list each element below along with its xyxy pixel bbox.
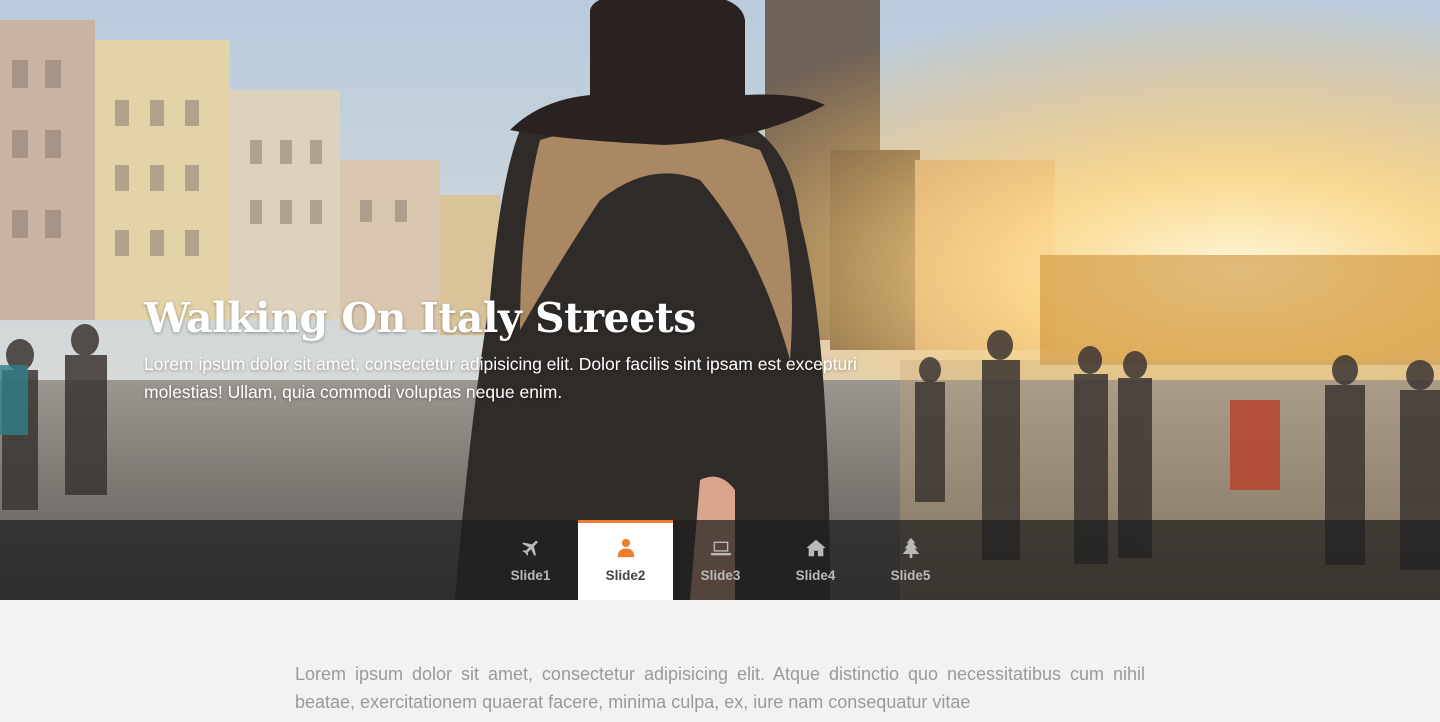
user-icon [617,538,634,558]
home-icon [805,539,826,557]
laptop-icon [710,541,731,556]
tab-label: Slide1 [510,568,551,583]
hero-title: Walking On Italy Streets [144,294,696,342]
tab-slide1[interactable]: Slide1 [483,520,578,600]
hero-description: Lorem ipsum dolor sit amet, consectetur … [144,354,857,402]
slide-tabs: Slide1 Slide2 Slide3 Slide4 Slide5 [483,520,958,600]
tab-label: Slide3 [700,568,741,583]
slide-tab-bar: Slide1 Slide2 Slide3 Slide4 Slide5 [0,520,1440,600]
airplane-icon [521,540,538,557]
content-paragraph: Lorem ipsum dolor sit amet, consectetur … [295,664,1145,712]
hero-caption: Walking On Italy Streets Lorem ipsum dol… [144,290,864,406]
tab-slide4[interactable]: Slide4 [768,520,863,600]
content-section: Lorem ipsum dolor sit amet, consectetur … [0,600,1440,722]
tab-slide2[interactable]: Slide2 [578,520,673,600]
tab-label: Slide5 [890,568,931,583]
tree-icon [902,537,919,559]
hero-slider: Walking On Italy Streets Lorem ipsum dol… [0,0,1440,600]
tab-label: Slide4 [795,568,836,583]
tab-slide5[interactable]: Slide5 [863,520,958,600]
tab-label: Slide2 [605,568,646,583]
tab-slide3[interactable]: Slide3 [673,520,768,600]
